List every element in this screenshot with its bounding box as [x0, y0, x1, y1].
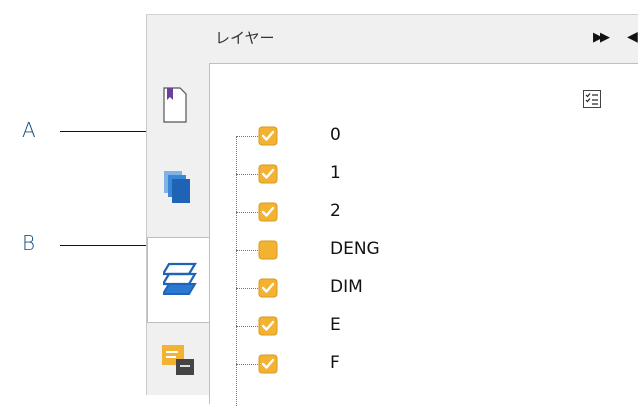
layer-row: DIM — [236, 276, 536, 300]
layer-name: 1 — [330, 163, 341, 183]
layers-panel: レイヤー ▶▶ ◀ 0 1 2 DENG DIM E F — [146, 14, 638, 406]
layer-visibility-checkbox[interactable] — [258, 354, 278, 374]
layers-list-area: 0 1 2 DENG DIM E F — [209, 63, 638, 406]
layer-name: DENG — [330, 239, 380, 259]
comments-icon — [162, 345, 194, 375]
layer-name: 0 — [330, 125, 341, 145]
panel-title: レイヤー — [215, 29, 275, 47]
collapse-panel-icon[interactable]: ▶▶ — [593, 30, 610, 45]
tree-branch — [236, 326, 258, 327]
panel-header: レイヤー ▶▶ ◀ — [147, 15, 638, 61]
layer-row: 2 — [236, 200, 536, 224]
layer-row: DENG — [236, 238, 536, 262]
layer-visibility-checkbox[interactable] — [258, 278, 278, 298]
callout-a-label: A — [22, 118, 36, 142]
layer-name: E — [330, 315, 341, 335]
page-bookmark-icon — [163, 87, 187, 123]
tree-branch — [236, 288, 258, 289]
layer-name: 2 — [330, 201, 341, 221]
tab-bookmarks[interactable] — [147, 73, 209, 145]
tree-branch — [236, 364, 258, 365]
callout-b-label: B — [22, 231, 36, 255]
layer-row: F — [236, 352, 536, 376]
layer-row: 0 — [236, 124, 536, 148]
layer-options-icon[interactable] — [583, 90, 601, 108]
layer-visibility-checkbox[interactable] — [258, 126, 278, 146]
layer-name: F — [330, 353, 340, 373]
previous-icon[interactable]: ◀ — [627, 29, 638, 45]
layer-row: 1 — [236, 162, 536, 186]
tree-branch — [236, 212, 258, 213]
layer-row: E — [236, 314, 536, 338]
layer-visibility-checkbox[interactable] — [258, 164, 278, 184]
tree-branch — [236, 174, 258, 175]
layer-visibility-checkbox[interactable] — [258, 202, 278, 222]
layer-name: DIM — [330, 277, 363, 297]
layers-icon — [163, 262, 197, 295]
tree-branch — [236, 250, 258, 251]
layer-visibility-checkbox[interactable] — [258, 240, 278, 260]
tab-pages[interactable] — [147, 149, 209, 221]
tab-comments[interactable] — [147, 331, 209, 403]
tab-layers[interactable] — [147, 237, 210, 323]
pages-icon — [164, 171, 190, 203]
tree-branch — [236, 136, 258, 137]
layer-visibility-checkbox[interactable] — [258, 316, 278, 336]
